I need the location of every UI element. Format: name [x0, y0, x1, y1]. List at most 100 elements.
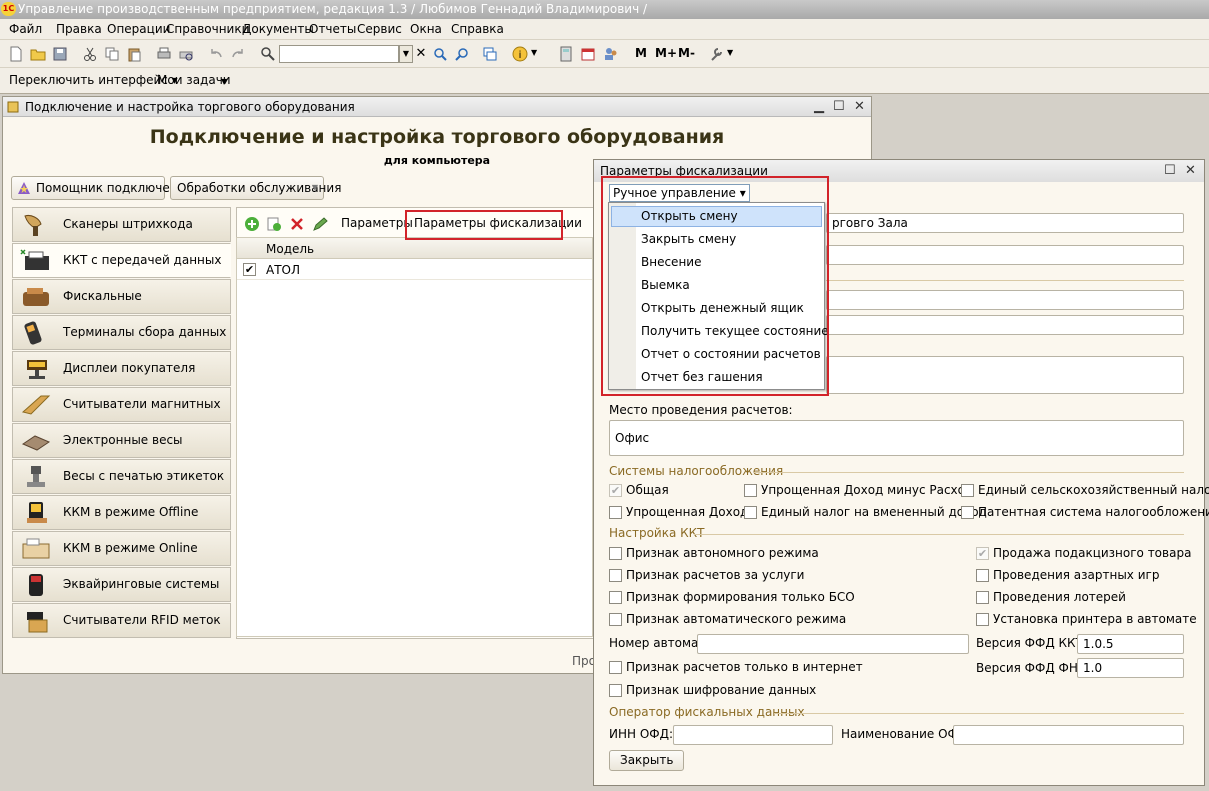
automat-number-field[interactable] — [697, 634, 969, 654]
paste-icon[interactable] — [126, 46, 142, 62]
inn-field[interactable] — [673, 725, 833, 745]
info-chevron-down-icon[interactable]: ▼ — [531, 48, 537, 57]
find-next-icon[interactable] — [432, 46, 448, 62]
sidebar-item-fiscal-registrars[interactable]: Фискальные регистраторы — [12, 279, 231, 336]
cut-icon[interactable] — [82, 46, 98, 62]
window-icon — [7, 101, 19, 113]
ofd-name-field[interactable] — [953, 725, 1184, 745]
checkbox-box — [744, 484, 757, 497]
clear-search-icon[interactable]: ✕ — [414, 45, 428, 63]
memory-m-button[interactable]: M — [635, 46, 647, 60]
menu-item-settlement-report[interactable]: Отчет о состоянии расчетов — [611, 344, 822, 365]
table-row[interactable]: ✔ АТОЛ — [237, 260, 592, 280]
menu-item-cash-out[interactable]: Выемка — [611, 275, 822, 296]
tools-icon[interactable] — [708, 46, 724, 62]
delete-icon[interactable] — [289, 216, 305, 232]
fiscal-parameters-button[interactable]: Параметры фискализации — [414, 216, 582, 230]
calculator-icon[interactable] — [558, 46, 574, 62]
switch-interface-button[interactable]: Переключить интерфейс ▾ — [9, 73, 178, 87]
rfid-reader-icon — [27, 612, 48, 633]
users-icon[interactable] — [603, 46, 619, 62]
sidebar-item-scanners[interactable]: Сканеры штрихкода — [12, 207, 231, 242]
checkbox-box: ✔ — [976, 547, 989, 560]
menu-item-x-report[interactable]: Отчет без гашения — [611, 367, 822, 388]
close-icon[interactable]: ✕ — [854, 100, 865, 114]
maintenance-button[interactable]: Обработки обслуживания ▼ — [170, 176, 341, 200]
model-column-header[interactable]: Модель — [266, 242, 314, 256]
my-tasks-button[interactable]: Мои задачи — [157, 73, 231, 87]
search-dropdown-chevron-icon[interactable]: ▼ — [399, 45, 413, 63]
ffd-kkt-field[interactable]: 1.0.5 — [1077, 634, 1184, 654]
menu-catalogs[interactable]: Справочники — [166, 22, 249, 36]
menu-file[interactable]: Файл — [9, 22, 42, 36]
field-2[interactable] — [826, 245, 1184, 265]
sidebar-item-label: ККМ в режиме Online — [63, 541, 198, 555]
menu-item-close-shift[interactable]: Закрыть смену — [611, 229, 822, 250]
sidebar-item-label: Электронные весы — [63, 433, 183, 447]
windows-icon[interactable] — [482, 46, 498, 62]
sidebar-item-kkt[interactable]: ККТ с передачей данных (1/1) — [12, 243, 231, 300]
parameters-button[interactable]: Параметры — [341, 216, 413, 230]
find-previous-icon[interactable] — [454, 46, 470, 62]
memory-plus-button[interactable]: M+ — [655, 46, 677, 60]
field-5[interactable] — [826, 356, 1184, 394]
open-folder-icon[interactable] — [30, 46, 46, 62]
add-icon[interactable] — [244, 216, 260, 232]
place-field[interactable]: Офис — [609, 420, 1184, 456]
sidebar-item-magnetic-readers[interactable]: Считыватели магнитных карт — [12, 387, 231, 444]
menu-edit[interactable]: Правка — [56, 22, 102, 36]
menu-item-cash-in[interactable]: Внесение — [611, 252, 822, 273]
undo-icon[interactable] — [208, 46, 224, 62]
edit-icon[interactable] — [312, 216, 328, 232]
add-copy-icon[interactable] — [266, 216, 282, 232]
memory-minus-button[interactable]: M- — [678, 46, 695, 60]
sidebar-item-acquiring[interactable]: Эквайринговые системы — [12, 567, 231, 602]
grid-header: Модель — [237, 238, 592, 259]
checkbox-label: Установка принтера в автомате — [993, 612, 1197, 626]
sidebar-item-rfid[interactable]: Считыватели RFID меток — [12, 603, 231, 638]
maximize-icon[interactable]: ☐ — [833, 100, 845, 114]
field-4[interactable] — [826, 315, 1184, 335]
menu-item-open-shift[interactable]: Открыть смену — [611, 206, 822, 227]
print-icon[interactable] — [156, 46, 172, 62]
sidebar-item-kkm-online[interactable]: ККМ в режиме Online — [12, 531, 231, 566]
close-button[interactable]: Закрыть — [609, 750, 685, 771]
sidebar-item-scales[interactable]: Электронные весы — [12, 423, 231, 458]
menu-reports[interactable]: Отчеты — [309, 22, 356, 36]
close-icon[interactable]: ✕ — [1185, 164, 1196, 178]
manual-control-menu[interactable]: Ручное управление ▾ — [609, 184, 750, 202]
menu-service[interactable]: Сервис — [357, 22, 402, 36]
tools-chevron-down-icon[interactable]: ▼ — [727, 48, 733, 57]
copy-icon[interactable] — [104, 46, 120, 62]
sidebar-item-customer-displays[interactable]: Дисплеи покупателя — [12, 351, 231, 386]
menu-windows[interactable]: Окна — [410, 22, 442, 36]
hall-name-field[interactable]: рговго Зала — [826, 213, 1184, 233]
sidebar-item-kkm-offline[interactable]: ККМ в режиме Offline — [12, 495, 231, 530]
menu-item-get-status[interactable]: Получить текущее состояние — [611, 321, 829, 342]
minimize-icon[interactable]: ▁ — [814, 100, 824, 114]
sidebar-item-data-terminals[interactable]: Терминалы сбора данных — [12, 315, 231, 350]
calendar-icon[interactable] — [580, 46, 596, 62]
ffd-fn-field[interactable]: 1.0 — [1077, 658, 1184, 678]
my-tasks-chevron-icon[interactable]: ▼ — [221, 77, 227, 86]
menu-item-open-drawer[interactable]: Открыть денежный ящик — [611, 298, 822, 319]
new-document-icon[interactable] — [8, 46, 24, 62]
menu-documents[interactable]: Документы — [242, 22, 314, 36]
print-preview-icon[interactable] — [178, 46, 194, 62]
field-3[interactable] — [826, 290, 1184, 310]
save-icon[interactable] — [52, 46, 68, 62]
search-input[interactable] — [279, 45, 399, 63]
menu-help[interactable]: Справка — [451, 22, 504, 36]
maximize-icon[interactable]: ☐ — [1164, 164, 1176, 178]
connection-wizard-button[interactable]: Помощник подключения — [11, 176, 193, 200]
sidebar-item-label-scales[interactable]: Весы с печатью этикеток — [12, 459, 231, 494]
redo-icon[interactable] — [230, 46, 246, 62]
search-icon[interactable] — [260, 46, 276, 62]
window-caption: Параметры фискализации — [600, 164, 768, 178]
info-icon[interactable]: i — [512, 46, 528, 62]
window-caption: Подключение и настройка торгового оборуд… — [25, 100, 355, 114]
checkbox-box — [609, 661, 622, 674]
checkbox-box — [609, 569, 622, 582]
row-enabled-checkbox[interactable]: ✔ — [243, 263, 256, 276]
menu-operations[interactable]: Операции — [107, 22, 170, 36]
